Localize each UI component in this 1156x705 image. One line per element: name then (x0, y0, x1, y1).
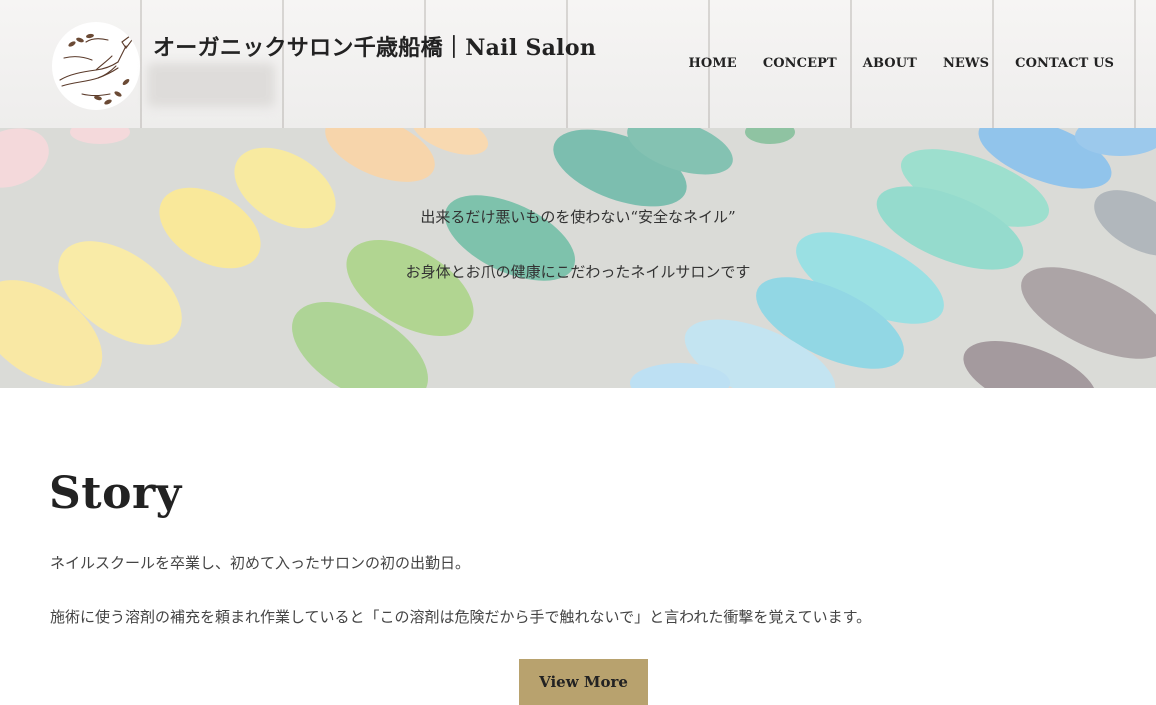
site-title[interactable]: オーガニックサロン千歳船橋｜Nail Salon (153, 30, 596, 62)
story-paragraph-2: 施術に使う溶剤の補充を頼まれ作業していると「この溶剤は危険だから手で触れないで」… (50, 608, 872, 626)
nav-item-concept[interactable]: CONCEPT (763, 56, 837, 71)
story-heading: Story (49, 468, 182, 519)
hand-illustration-icon (59, 33, 133, 105)
hero-tagline-1: 出来るだけ悪いものを使わない“安全なネイル” (420, 208, 736, 226)
nav-item-about[interactable]: ABOUT (863, 56, 917, 71)
nav-item-home[interactable]: HOME (689, 56, 737, 71)
logo[interactable] (52, 22, 140, 110)
nav-item-contact-us[interactable]: CONTACT US (1015, 56, 1114, 71)
blurred-tagline (147, 63, 275, 107)
hero-overlay (0, 128, 1156, 388)
story-paragraph-1: ネイルスクールを卒業し、初めて入ったサロンの初の出勤日。 (50, 554, 471, 572)
view-more-button[interactable]: View More (519, 659, 648, 705)
main-nav: HOME CONCEPT ABOUT NEWS CONTACT US (689, 56, 1115, 71)
site-header: オーガニックサロン千歳船橋｜Nail Salon HOME CONCEPT AB… (0, 0, 1156, 128)
hero-tagline-2: お身体とお爪の健康にこだわったネイルサロンです (405, 263, 751, 281)
nav-item-news[interactable]: NEWS (943, 56, 989, 71)
hero-banner: 出来るだけ悪いものを使わない“安全なネイル” お身体とお爪の健康にこだわったネイ… (0, 128, 1156, 388)
